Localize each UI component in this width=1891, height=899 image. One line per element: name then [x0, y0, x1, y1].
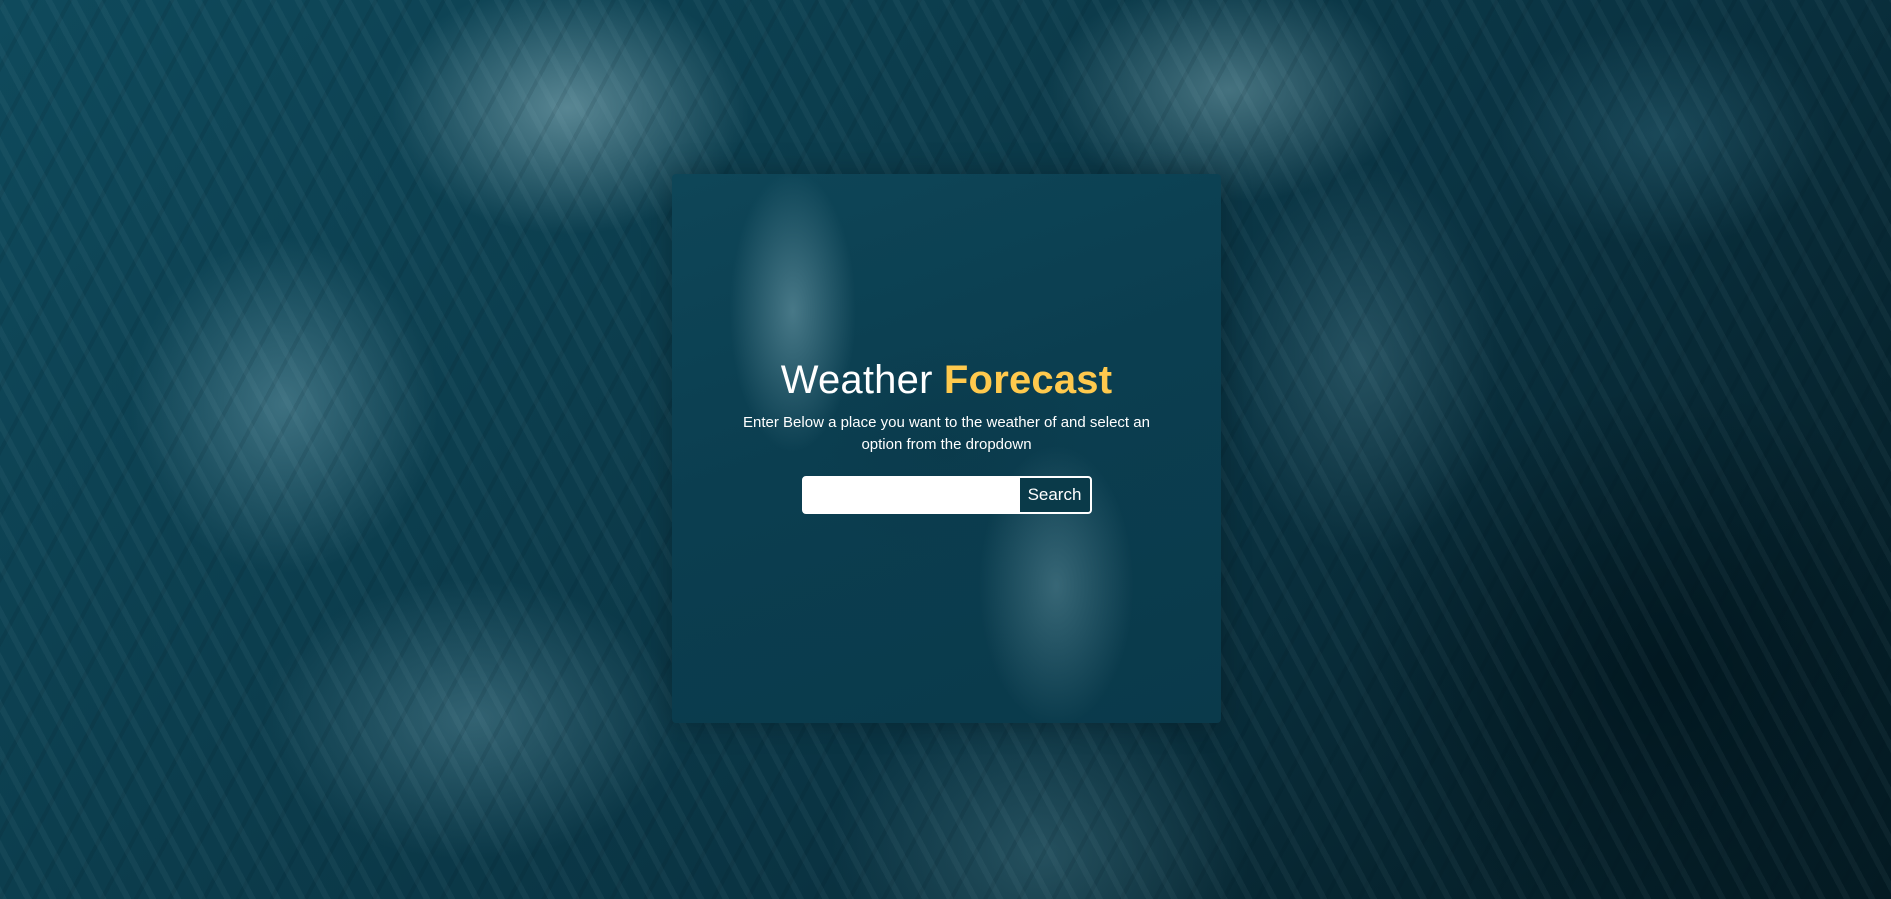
- search-bar: Search: [801, 475, 1092, 514]
- title-accent: Forecast: [943, 357, 1113, 402]
- page-title: Weather Forecast: [781, 356, 1113, 404]
- weather-card: Weather Forecast Enter Below a place you…: [672, 174, 1221, 723]
- search-button[interactable]: Search: [1019, 477, 1090, 512]
- card-content: Weather Forecast Enter Below a place you…: [732, 356, 1162, 514]
- search-input[interactable]: [803, 477, 1020, 512]
- instructions-text: Enter Below a place you want to the weat…: [743, 413, 1150, 453]
- title-main: Weather: [780, 357, 933, 402]
